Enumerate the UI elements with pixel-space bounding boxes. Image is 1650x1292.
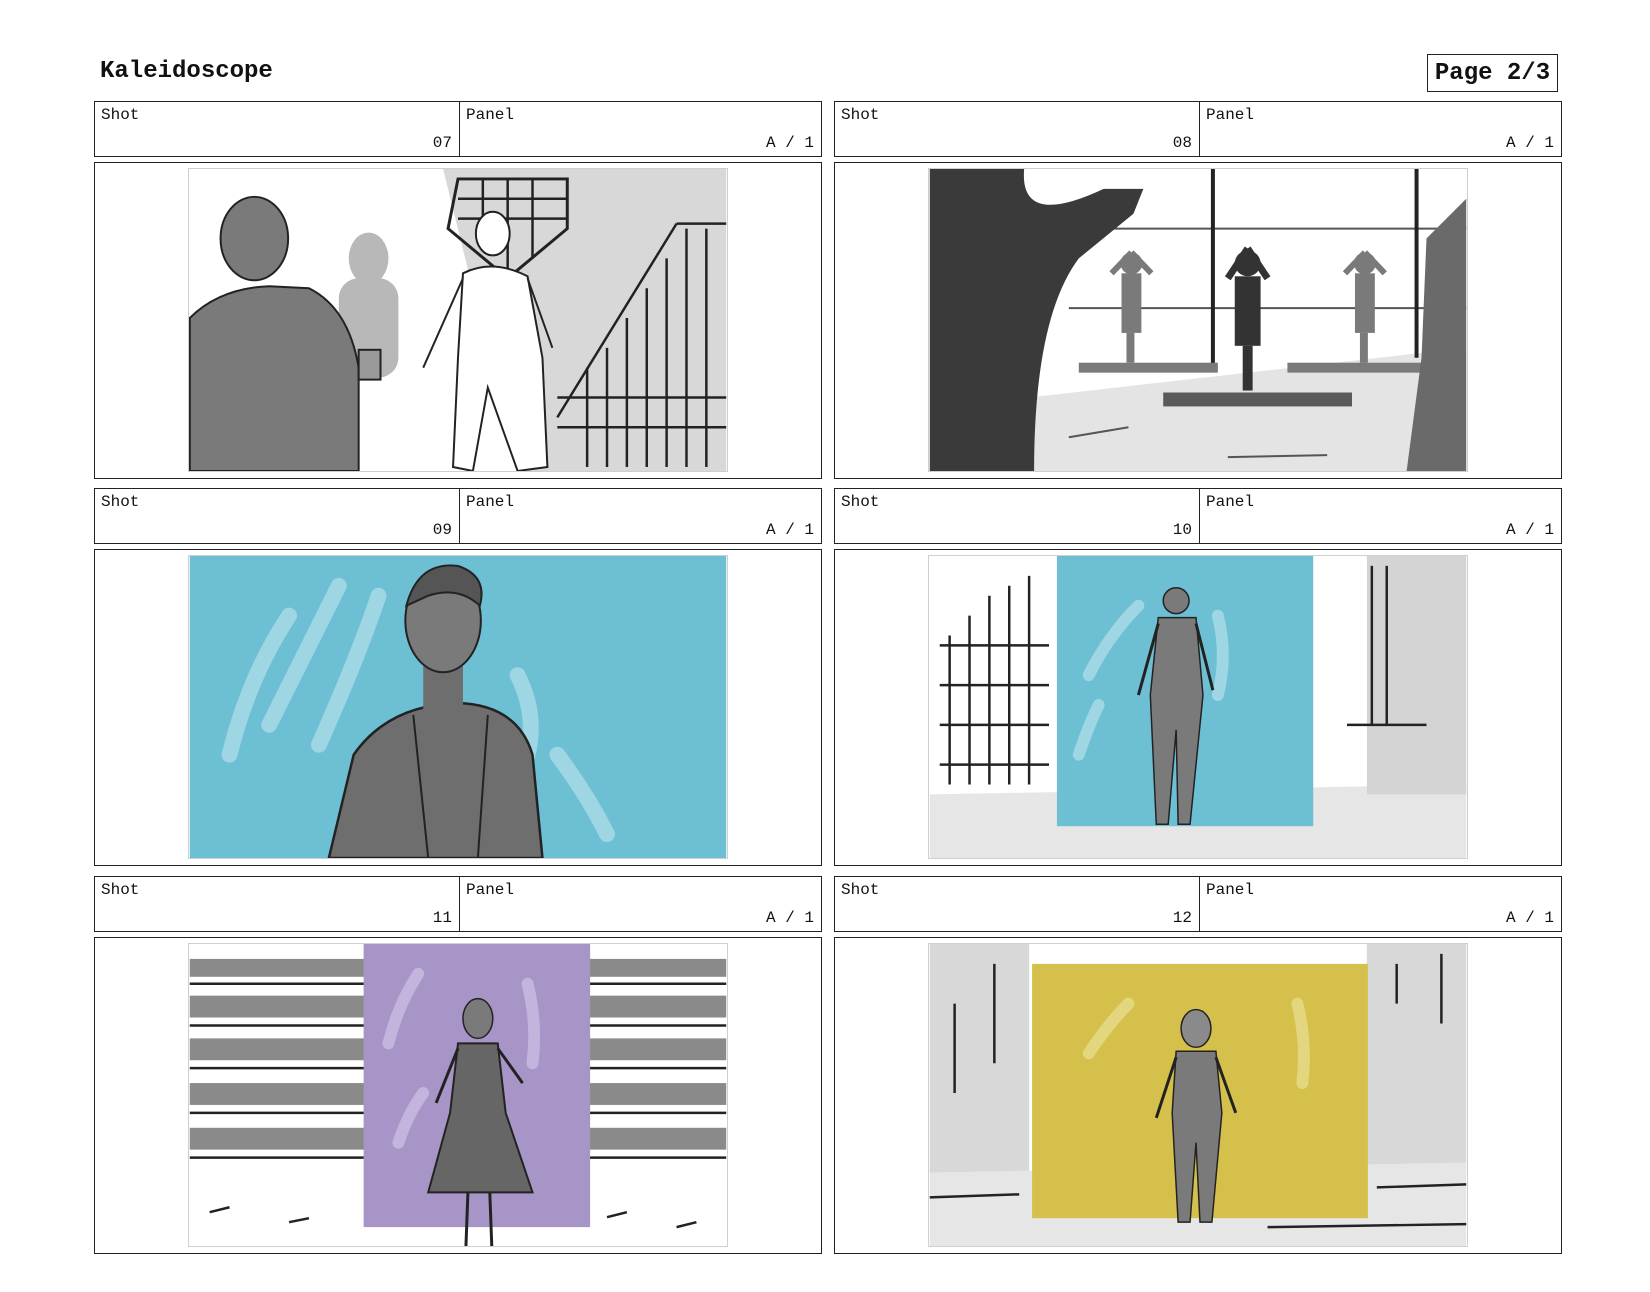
panel-sketch-10 <box>928 555 1468 859</box>
storyboard-panel <box>94 549 822 866</box>
panel-label: Panel <box>466 493 515 511</box>
storyboard-panel <box>94 162 822 479</box>
shot-label: Shot <box>841 106 880 124</box>
shot-number: 09 <box>432 521 452 539</box>
shot-label: Shot <box>101 493 140 511</box>
panel-number: A / 1 <box>765 909 814 927</box>
panel-number: A / 1 <box>1505 134 1554 152</box>
shot-number: 11 <box>432 909 452 927</box>
shot-header: Shot 12 Panel A / 1 <box>834 876 1562 932</box>
storyboard-panel <box>834 549 1562 866</box>
page-title: Kaleidoscope <box>100 58 273 85</box>
shot-header: Shot 11 Panel A / 1 <box>94 876 822 932</box>
shot-header: Shot 08 Panel A / 1 <box>834 101 1562 157</box>
shot-header: Shot 07 Panel A / 1 <box>94 101 822 157</box>
shot-number: 08 <box>1172 134 1192 152</box>
storyboard-panel <box>834 937 1562 1254</box>
panel-cell: Panel A / 1 <box>459 877 821 931</box>
shot-cell: Shot 11 <box>95 877 459 931</box>
shot-header: Shot 10 Panel A / 1 <box>834 488 1562 544</box>
shot-label: Shot <box>101 106 140 124</box>
shot-header: Shot 09 Panel A / 1 <box>94 488 822 544</box>
shot-label: Shot <box>841 881 880 899</box>
storyboard-panel <box>834 162 1562 479</box>
panel-label: Panel <box>1206 881 1255 899</box>
shot-cell: Shot 10 <box>835 489 1199 543</box>
panel-sketch-07 <box>188 168 728 472</box>
panel-cell: Panel A / 1 <box>1199 489 1561 543</box>
shot-label: Shot <box>101 881 140 899</box>
panel-cell: Panel A / 1 <box>459 489 821 543</box>
panel-number: A / 1 <box>1505 521 1554 539</box>
shot-number: 10 <box>1172 521 1192 539</box>
panel-sketch-12 <box>928 943 1468 1247</box>
panel-number: A / 1 <box>1505 909 1554 927</box>
panel-sketch-09 <box>188 555 728 859</box>
panel-number: A / 1 <box>765 134 814 152</box>
shot-cell: Shot 12 <box>835 877 1199 931</box>
storyboard-panel <box>94 937 822 1254</box>
panel-label: Panel <box>1206 493 1255 511</box>
shot-label: Shot <box>841 493 880 511</box>
shot-number: 07 <box>432 134 452 152</box>
panel-label: Panel <box>466 881 515 899</box>
shot-cell: Shot 08 <box>835 102 1199 156</box>
shot-cell: Shot 07 <box>95 102 459 156</box>
panel-cell: Panel A / 1 <box>1199 877 1561 931</box>
panel-label: Panel <box>1206 106 1255 124</box>
shot-number: 12 <box>1172 909 1192 927</box>
panel-sketch-08 <box>928 168 1468 472</box>
panel-label: Panel <box>466 106 515 124</box>
panel-cell: Panel A / 1 <box>459 102 821 156</box>
panel-cell: Panel A / 1 <box>1199 102 1561 156</box>
page-number: Page 2/3 <box>1427 54 1558 92</box>
shot-cell: Shot 09 <box>95 489 459 543</box>
panel-number: A / 1 <box>765 521 814 539</box>
panel-sketch-11 <box>188 943 728 1247</box>
